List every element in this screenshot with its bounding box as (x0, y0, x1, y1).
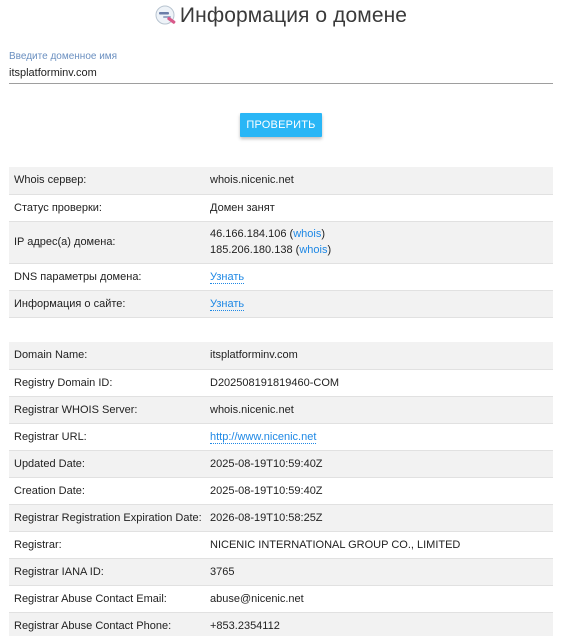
table-row: Whois сервер: whois.nicenic.net (9, 167, 553, 195)
row-value: 2025-08-19T10:59:40Z (209, 450, 553, 478)
ip-address-list: 46.166.184.106 (whois) 185.206.180.138 (… (209, 221, 553, 264)
row-key: Creation Date: (9, 477, 209, 505)
row-value: abuse@nicenic.net (209, 585, 553, 613)
row-key: IP адрес(а) домена: (9, 221, 209, 264)
row-key: Whois сервер: (9, 167, 209, 195)
table-row: Registrar Abuse Contact Email: abuse@nic… (9, 585, 553, 613)
row-key: Registry Domain ID: (9, 369, 209, 397)
row-value: Домен занят (209, 194, 553, 222)
row-key: Updated Date: (9, 450, 209, 478)
row-key: DNS параметры домена: (9, 263, 209, 291)
row-value: 2025-08-19T10:59:40Z (209, 477, 553, 505)
row-key: Registrar Abuse Contact Email: (9, 585, 209, 613)
table-row: Registrar IANA ID: 3765 (9, 558, 553, 586)
row-value: +853.2354112 (209, 612, 553, 636)
table-row: Registrar URL: http://www.nicenic.net (9, 423, 553, 451)
table-row: Registrar: NICENIC INTERNATIONAL GROUP C… (9, 531, 553, 559)
row-key: Registrar Abuse Contact Phone: (9, 612, 209, 636)
table-row: Registrar WHOIS Server: whois.nicenic.ne… (9, 396, 553, 424)
table-row: DNS параметры домена: Узнать (9, 263, 553, 291)
row-key: Информация о сайте: (9, 290, 209, 318)
table-row: Updated Date: 2025-08-19T10:59:40Z (9, 450, 553, 478)
row-key: Registrar WHOIS Server: (9, 396, 209, 424)
ip-address-line: 46.166.184.106 (whois) (210, 228, 325, 240)
row-key: Registrar: (9, 531, 209, 559)
whois-link[interactable]: whois (293, 228, 321, 240)
row-key: Статус проверки: (9, 194, 209, 222)
row-key: Registrar IANA ID: (9, 558, 209, 586)
row-value: itsplatforminv.com (209, 342, 553, 370)
row-value: 3765 (209, 558, 553, 586)
whois-records-table: Domain Name: itsplatforminv.com Registry… (9, 342, 553, 636)
site-info-link[interactable]: Узнать (210, 297, 245, 311)
domain-input[interactable] (9, 65, 553, 84)
registrar-url-link[interactable]: http://www.nicenic.net (210, 430, 317, 444)
table-row: Registry Domain ID: D202508191819460-COM (9, 369, 553, 397)
table-row: Domain Name: itsplatforminv.com (9, 342, 553, 370)
row-value: whois.nicenic.net (209, 167, 553, 195)
ip-address-line: 185.206.180.138 (whois) (210, 244, 332, 256)
table-row: Статус проверки: Домен занят (9, 194, 553, 222)
page-header: Информация о домене (0, 4, 561, 34)
table-row: Registrar Abuse Contact Phone: +853.2354… (9, 612, 553, 636)
row-value: NICENIC INTERNATIONAL GROUP CO., LIMITED (209, 531, 553, 559)
row-value: whois.nicenic.net (209, 396, 553, 424)
magnifier-globe-icon (155, 5, 176, 25)
row-key: Registrar URL: (9, 423, 209, 451)
row-key: Domain Name: (9, 342, 209, 370)
dns-lookup-link[interactable]: Узнать (210, 270, 245, 284)
page-title: Информация о домене (179, 4, 408, 27)
row-value: 2026-08-19T10:58:25Z (209, 504, 553, 532)
table-row: Creation Date: 2025-08-19T10:59:40Z (9, 477, 553, 505)
table-row: Registrar Registration Expiration Date: … (9, 504, 553, 532)
domain-summary-table: Whois сервер: whois.nicenic.net Статус п… (9, 167, 553, 318)
ip-address: 185.206.180.138 (210, 244, 293, 256)
table-row: Информация о сайте: Узнать (9, 290, 553, 318)
whois-link[interactable]: whois (299, 244, 327, 256)
ip-address: 46.166.184.106 (210, 228, 287, 240)
domain-field-label: Введите доменное имя (9, 51, 118, 62)
row-key: Registrar Registration Expiration Date: (9, 504, 209, 532)
check-button[interactable]: ПРОВЕРИТЬ (240, 113, 322, 137)
row-value: D202508191819460-COM (209, 369, 553, 397)
table-row: IP адрес(а) домена: 46.166.184.106 (whoi… (9, 221, 553, 264)
